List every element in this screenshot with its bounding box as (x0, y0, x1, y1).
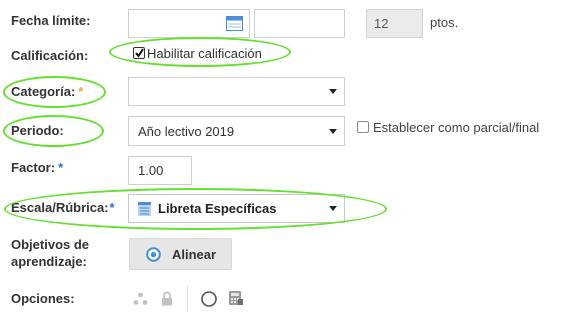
deadline-date-input[interactable] (128, 9, 250, 38)
calculator-icon[interactable] (228, 290, 244, 306)
scale-label-text: Escala/Rúbrica: (11, 200, 109, 215)
target-icon (146, 247, 161, 262)
factor-label-text: Factor: (11, 160, 56, 175)
category-select[interactable] (128, 77, 345, 106)
deadline-time-input[interactable] (254, 9, 345, 38)
scale-label: Escala/Rúbrica:* (11, 200, 115, 216)
lock-icon[interactable] (161, 291, 173, 306)
objectives-label-line1: Objetivos de (11, 237, 90, 252)
objectives-label-line2: aprendizaje: (11, 254, 87, 269)
align-button-label: Alinear (172, 247, 217, 262)
dots-icon[interactable] (133, 292, 148, 306)
checkmark-icon (135, 48, 144, 58)
period-selected: Año lectivo 2019 (138, 124, 235, 139)
scale-select[interactable]: Libreta Específicas (128, 194, 345, 223)
points-unit: ptos. (430, 15, 459, 30)
required-mark: * (109, 200, 115, 215)
partial-final-label: Establecer como parcial/final (373, 120, 540, 135)
points-input[interactable]: 12 (366, 9, 423, 38)
period-select[interactable]: Año lectivo 2019 (128, 116, 345, 146)
list-icon (138, 202, 151, 216)
factor-value: 1.00 (138, 163, 164, 178)
category-label: Categoría: * (11, 84, 83, 100)
align-button[interactable]: Alinear (129, 238, 232, 270)
options-divider (187, 286, 188, 312)
circle-icon[interactable] (200, 290, 218, 308)
factor-label: Factor: * (11, 160, 63, 176)
category-label-text: Categoría: (11, 84, 76, 99)
deadline-label: Fecha límite: (11, 13, 91, 28)
calendar-icon[interactable] (226, 16, 243, 31)
enable-grading-checkbox[interactable] (133, 47, 145, 59)
chevron-down-icon (329, 206, 337, 211)
grading-label: Calificación: (11, 48, 89, 63)
factor-input[interactable]: 1.00 (128, 156, 192, 185)
required-mark: * (78, 84, 84, 99)
chevron-down-icon (329, 89, 337, 94)
enable-grading-label: Habilitar calificación (147, 46, 262, 61)
chevron-down-icon (329, 129, 337, 134)
partial-final-checkbox[interactable] (357, 121, 369, 133)
scale-selected: Libreta Específicas (158, 201, 277, 216)
period-label: Periodo: (11, 123, 64, 138)
points-value: 12 (374, 16, 389, 31)
options-label: Opciones: (11, 291, 75, 306)
required-mark: * (58, 160, 64, 175)
